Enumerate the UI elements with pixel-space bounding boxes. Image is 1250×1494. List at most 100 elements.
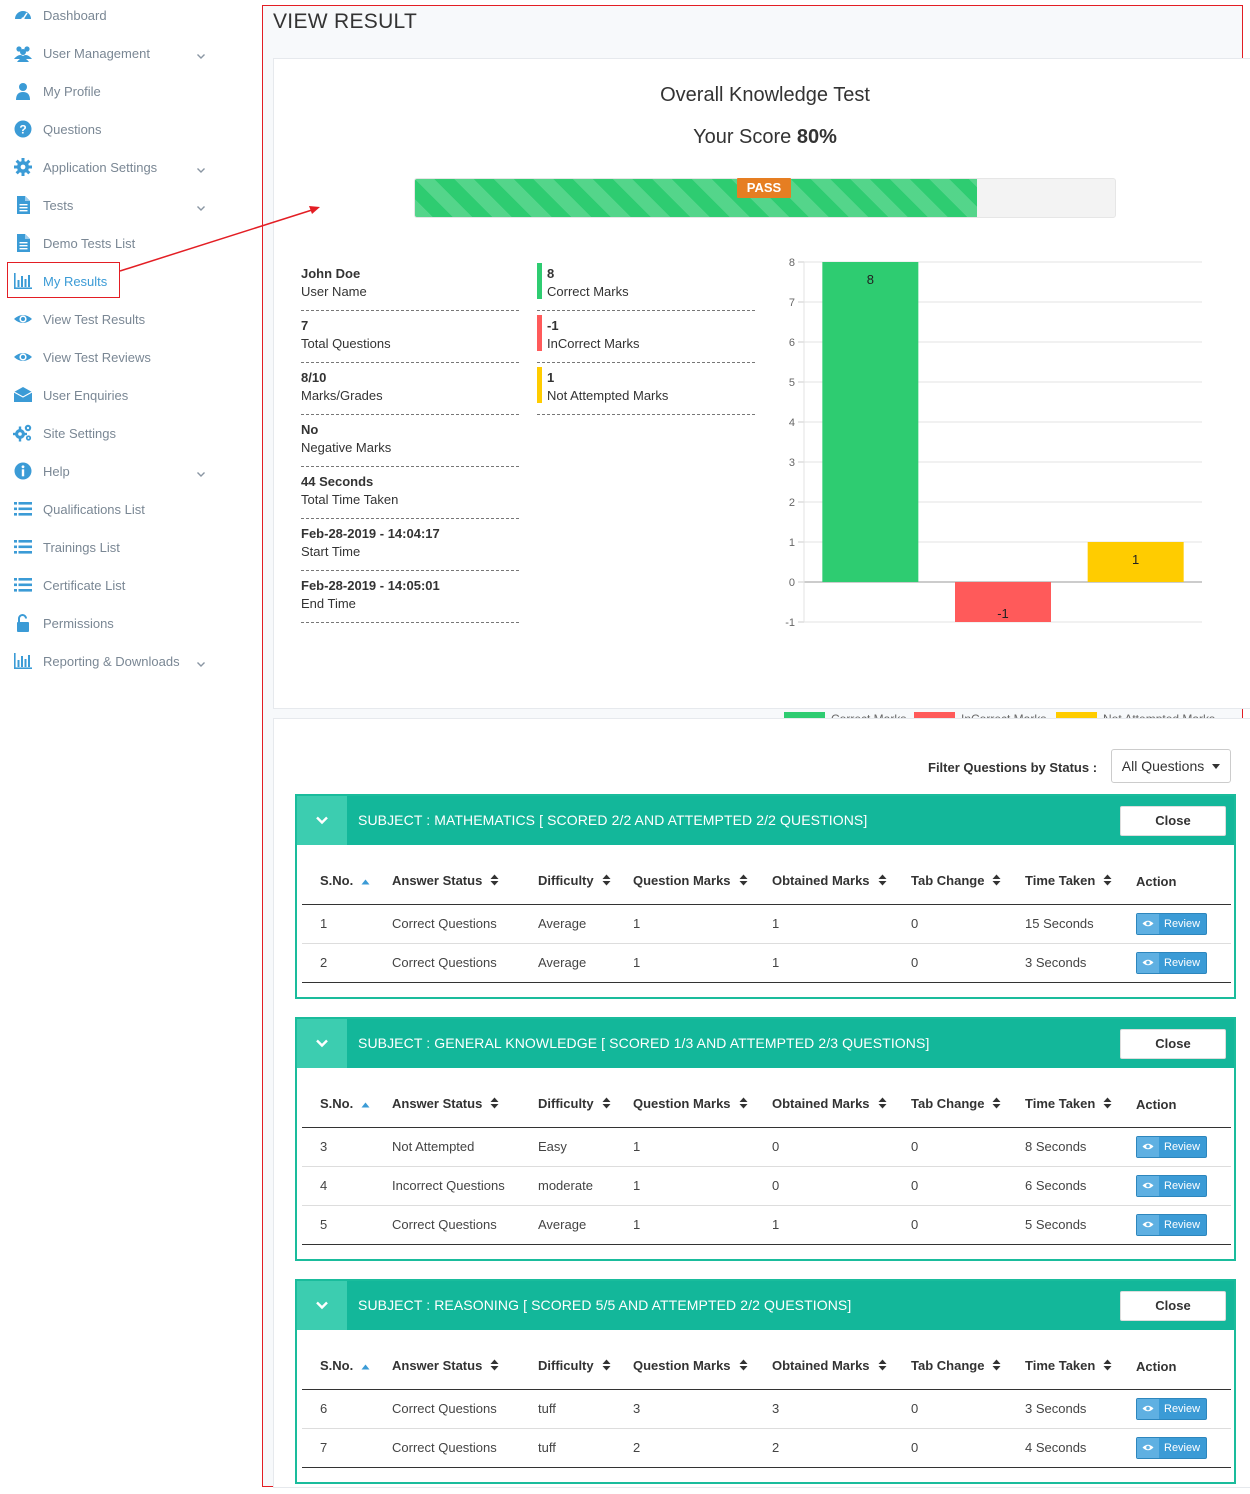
detail-label: Start Time xyxy=(301,544,361,559)
column-header[interactable]: Obtained Marks xyxy=(754,1082,893,1128)
review-button[interactable]: Review xyxy=(1136,1174,1208,1197)
column-header[interactable]: S.No. xyxy=(302,1082,374,1128)
y-tick-label: 8 xyxy=(789,257,795,269)
column-header[interactable]: Question Marks xyxy=(615,1344,754,1390)
cell-status: Correct Questions xyxy=(374,904,520,944)
sidebar-item-questions[interactable]: ? Questions xyxy=(0,110,220,148)
sidebar-item-trainings-list[interactable]: Trainings List xyxy=(0,528,220,566)
list-icon xyxy=(12,574,34,596)
column-header[interactable]: Tab Change xyxy=(893,1344,1007,1390)
column-header-label: Time Taken xyxy=(1025,1358,1096,1374)
sidebar-item-help[interactable]: Help xyxy=(0,452,220,490)
sort-asc-icon xyxy=(361,874,370,889)
column-header[interactable]: Difficulty xyxy=(520,1082,615,1128)
envelope-icon xyxy=(12,384,34,406)
sidebar-item-label: View Test Reviews xyxy=(43,349,151,365)
sidebar-item-permissions[interactable]: Permissions xyxy=(0,604,220,642)
sidebar-item-label: My Profile xyxy=(43,83,101,99)
close-button[interactable]: Close xyxy=(1120,1291,1226,1321)
review-button[interactable]: Review xyxy=(1136,1213,1208,1236)
cell-difficulty: tuff xyxy=(520,1428,615,1468)
close-button[interactable]: Close xyxy=(1120,806,1226,836)
detail-value: No xyxy=(301,422,319,437)
sidebar-item-user-enquiries[interactable]: User Enquiries xyxy=(0,376,220,414)
sidebar-item-label: My Results xyxy=(43,273,108,289)
column-header-label: Answer Status xyxy=(392,1358,483,1374)
sort-icon xyxy=(739,874,748,889)
review-button[interactable]: Review xyxy=(1136,1436,1208,1459)
user-icon xyxy=(12,80,34,102)
marks-row: -1 InCorrect Marks xyxy=(537,311,755,363)
sidebar-item-reporting-downloads[interactable]: Reporting & Downloads xyxy=(0,642,220,680)
cell-action: Review xyxy=(1118,943,1231,983)
cell-status: Correct Questions xyxy=(374,943,520,983)
sidebar-item-view-test-results[interactable]: View Test Results xyxy=(0,300,220,338)
column-header[interactable]: Answer Status xyxy=(374,859,520,905)
column-header[interactable]: Question Marks xyxy=(615,1082,754,1128)
cell-status: Incorrect Questions xyxy=(374,1166,520,1206)
sidebar-item-view-test-reviews[interactable]: View Test Reviews xyxy=(0,338,220,376)
score-progress-fill xyxy=(415,179,977,217)
column-header[interactable]: Difficulty xyxy=(520,1344,615,1390)
column-header[interactable]: Time Taken xyxy=(1007,859,1118,905)
column-header[interactable]: Obtained Marks xyxy=(754,1344,893,1390)
subject-header: SUBJECT : REASONING [ SCORED 5/5 AND ATT… xyxy=(297,1281,1234,1330)
column-header-label: Time Taken xyxy=(1025,873,1096,889)
sidebar-item-qualifications-list[interactable]: Qualifications List xyxy=(0,490,220,528)
cell-time: 4 Seconds xyxy=(1007,1428,1118,1468)
column-header[interactable]: Tab Change xyxy=(893,1082,1007,1128)
cell-omarks: 2 xyxy=(754,1428,893,1468)
column-header-label: Tab Change xyxy=(911,1358,985,1374)
sidebar-item-certificate-list[interactable]: Certificate List xyxy=(0,566,220,604)
column-header[interactable]: Answer Status xyxy=(374,1344,520,1390)
review-button[interactable]: Review xyxy=(1136,912,1208,935)
review-button[interactable]: Review xyxy=(1136,1397,1208,1420)
cell-omarks: 0 xyxy=(754,1166,893,1206)
marks-bar-chart: -10123456788-11Correct MarksInCorrect Ma… xyxy=(784,257,1215,726)
collapse-toggle-button[interactable] xyxy=(297,1281,347,1330)
bar-data-label: 8 xyxy=(867,272,874,287)
sidebar-item-dashboard[interactable]: Dashboard xyxy=(0,0,220,34)
marks-breakdown-list: 8 Correct Marks -1 InCorrect Marks 1 Not Atte… xyxy=(537,259,755,415)
review-button[interactable]: Review xyxy=(1136,951,1208,974)
cell-time: 3 Seconds xyxy=(1007,1389,1118,1429)
column-header[interactable]: Question Marks xyxy=(615,859,754,905)
file-icon xyxy=(12,194,34,216)
column-header[interactable]: Obtained Marks xyxy=(754,859,893,905)
pass-badge: PASS xyxy=(737,178,791,198)
column-header[interactable]: Difficulty xyxy=(520,859,615,905)
chevron-down-icon xyxy=(315,1035,329,1053)
chevron-down-icon xyxy=(196,656,206,667)
y-tick-label: 4 xyxy=(789,417,795,429)
column-header-label: Obtained Marks xyxy=(772,1096,870,1112)
cell-sno: 7 xyxy=(302,1428,374,1468)
sort-icon xyxy=(490,1359,499,1374)
column-header-label: Difficulty xyxy=(538,1358,594,1374)
review-button[interactable]: Review xyxy=(1136,1135,1208,1158)
column-header[interactable]: Time Taken xyxy=(1007,1344,1118,1390)
sort-icon xyxy=(878,1359,887,1374)
column-header[interactable]: Answer Status xyxy=(374,1082,520,1128)
column-header[interactable]: Tab Change xyxy=(893,859,1007,905)
table-row: 5 Correct Questions Average 1 1 0 5 Seconds Rev… xyxy=(302,1205,1231,1245)
sidebar-item-label: View Test Results xyxy=(43,311,146,327)
sidebar: Dashboard User Management My Profile ? Quest… xyxy=(0,0,245,1494)
cell-sno: 1 xyxy=(302,904,374,944)
column-header[interactable]: S.No. xyxy=(302,1344,374,1390)
sidebar-item-application-settings[interactable]: Application Settings xyxy=(0,148,220,186)
sidebar-item-site-settings[interactable]: Site Settings xyxy=(0,414,220,452)
status-filter-dropdown[interactable]: All Questions xyxy=(1111,749,1231,783)
sidebar-item-demo-tests-list[interactable]: Demo Tests List xyxy=(0,224,220,262)
collapse-toggle-button[interactable] xyxy=(297,796,347,845)
marks-color-indicator xyxy=(537,315,542,351)
close-button[interactable]: Close xyxy=(1120,1029,1226,1059)
collapse-toggle-button[interactable] xyxy=(297,1019,347,1068)
column-header[interactable]: Time Taken xyxy=(1007,1082,1118,1128)
sidebar-item-tests[interactable]: Tests xyxy=(0,186,220,224)
sidebar-item-my-profile[interactable]: My Profile xyxy=(0,72,220,110)
sidebar-item-my-results[interactable]: My Results xyxy=(0,262,220,300)
cell-tab: 0 xyxy=(893,943,1007,983)
column-header[interactable]: S.No. xyxy=(302,859,374,905)
sidebar-item-user-management[interactable]: User Management xyxy=(0,34,220,72)
cell-tab: 0 xyxy=(893,1389,1007,1429)
